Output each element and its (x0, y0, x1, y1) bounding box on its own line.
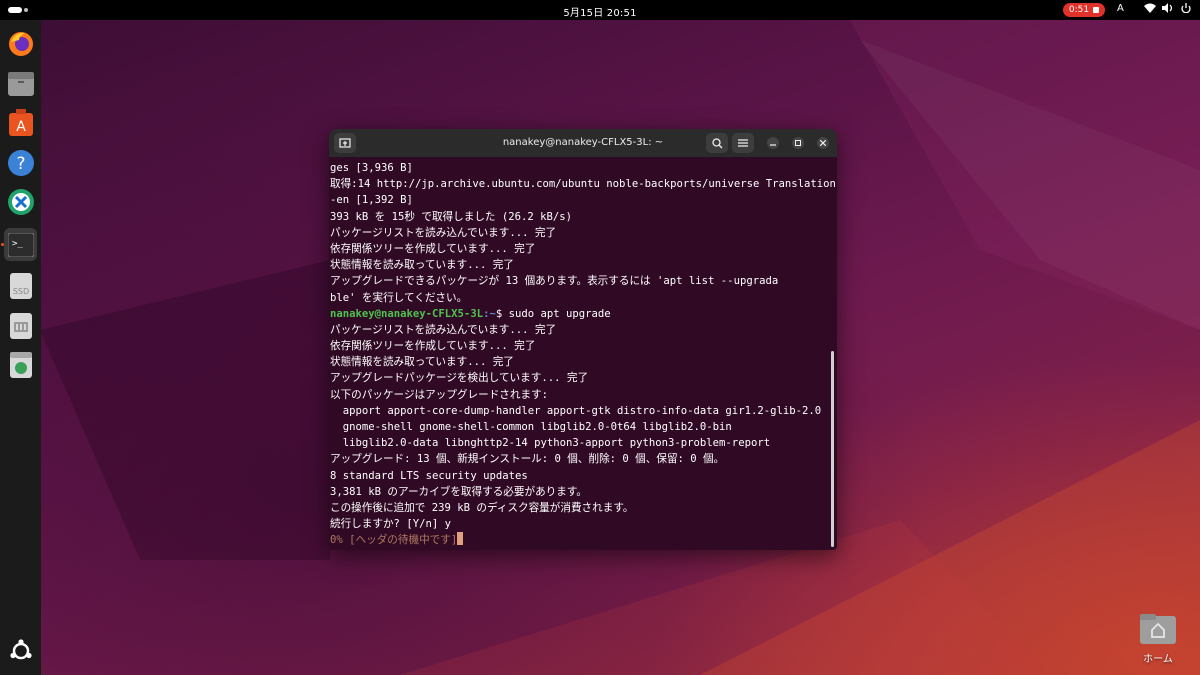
recording-time: 0:51 (1068, 5, 1090, 15)
ssd-drive-icon[interactable]: SSD (4, 269, 37, 302)
terminal-line: 0% [ヘッダの待機中です] (330, 532, 829, 548)
terminal-line-text: 続行しますか? [Y/n] y (330, 518, 451, 531)
terminal-line: 依存関係ツリーを作成しています... 完了 (330, 338, 829, 354)
terminal-line: この操作後に追加で 239 kB のディスク容量が消費されます。 (330, 500, 829, 516)
power-icon[interactable] (1180, 3, 1192, 16)
terminal-line: gnome-shell gnome-shell-common libglib2.… (330, 419, 829, 435)
volume-icon[interactable] (1162, 3, 1174, 16)
dock: A ? >_ SSD (0, 20, 41, 675)
files-icon[interactable] (4, 67, 37, 100)
search-icon (711, 137, 722, 148)
terminal-line-text: 依存関係ツリーを作成しています... 完了 (330, 242, 536, 255)
ssd-label: SSD (12, 287, 28, 296)
terminal-line-text: apport apport-core-dump-handler apport-g… (330, 404, 822, 417)
terminal-line-text: $ sudo apt upgrade (495, 307, 611, 320)
terminal-line: libglib2.0-data libnghttp2-14 python3-ap… (330, 435, 829, 451)
terminal-line: パッケージリストを読み込んでいます... 完了 (330, 322, 829, 338)
terminal-line: ges [3,936 B] (330, 160, 829, 176)
menu-button[interactable] (732, 133, 754, 153)
prompt-user: nanakey@nanakey-CFLX5-3L (330, 307, 484, 320)
terminal-line: 以下のパッケージはアップグレードされます: (330, 387, 829, 403)
terminal-line: 状態情報を読み取っています... 完了 (330, 257, 829, 273)
maximize-button[interactable] (792, 137, 804, 149)
text-cursor (457, 532, 464, 546)
search-button[interactable] (706, 133, 728, 153)
top-bar: 5月15日 20:51 0:51 A (0, 0, 1200, 20)
terminal-line-text: 3,381 kB のアーカイブを取得する必要があります。 (330, 485, 587, 498)
svg-text:A: A (16, 119, 26, 135)
terminal-icon[interactable]: >_ (4, 228, 37, 261)
app-center-icon[interactable]: A (4, 106, 37, 139)
terminal-line-text: ges [3,936 B] (330, 162, 413, 174)
terminal-line: ble' を実行してください。 (330, 290, 829, 306)
terminal-line-text: libglib2.0-data libnghttp2-14 python3-ap… (330, 437, 771, 450)
svg-text:>_: >_ (12, 239, 23, 249)
terminal-titlebar[interactable]: nanakey@nanakey-CFLX5-3L: ~ (329, 129, 837, 157)
firefox-icon[interactable] (4, 27, 37, 60)
terminal-line: 依存関係ツリーを作成しています... 完了 (330, 241, 829, 257)
terminal-line-text: パッケージリストを読み込んでいます... 完了 (330, 226, 557, 239)
terminal-line: 393 kB を 15秒 で取得しました (26.2 kB/s) (330, 209, 829, 225)
terminal-line: 3,381 kB のアーカイブを取得する必要があります。 (330, 484, 829, 500)
terminal-line-text: 0% [ヘッダの待機中です] (330, 534, 458, 547)
terminal-line-text: -en [1,392 B] (330, 194, 413, 207)
terminal-line: 取得:14 http://jp.archive.ubuntu.com/ubunt… (330, 176, 836, 192)
stop-recording-icon (1093, 7, 1100, 13)
wifi-icon[interactable] (1144, 3, 1156, 16)
terminal-scrollbar[interactable] (831, 351, 834, 547)
terminal-line-text: 依存関係ツリーを作成しています... 完了 (330, 340, 536, 353)
close-icon (820, 140, 826, 146)
screen-recording-indicator[interactable]: 0:51 (1063, 3, 1105, 17)
home-folder-icon[interactable] (1140, 612, 1176, 644)
show-apps-icon[interactable] (4, 634, 37, 667)
terminal-line: 状態情報を読み取っています... 完了 (330, 354, 829, 370)
terminal-line: アップグレードパッケージを検出しています... 完了 (330, 370, 829, 386)
home-folder-label[interactable]: ホーム (1130, 650, 1186, 665)
terminal-line: apport apport-core-dump-handler apport-g… (330, 403, 829, 419)
terminal-line-text: 状態情報を読み取っています... 完了 (330, 356, 514, 369)
terminal-line-text: 取得:14 http://jp.archive.ubuntu.com/ubunt… (330, 178, 836, 191)
running-indicator (1, 243, 4, 246)
terminal-line-text: 8 standard LTS security updates (330, 469, 528, 482)
trash-icon[interactable] (4, 348, 37, 381)
terminal-line: アップグレード: 13 個、新規インストール: 0 個、削除: 0 個、保留: … (330, 451, 829, 467)
prompt-path: :~ (483, 307, 496, 320)
terminal-line: -en [1,392 B] (330, 192, 829, 208)
terminal-output[interactable]: ges [3,936 B] 取得:14 http://jp.archive.ubu… (329, 157, 836, 550)
terminal-line-text: アップグレードパッケージを検出しています... 完了 (330, 372, 589, 385)
maximize-icon (795, 140, 801, 146)
help-icon[interactable]: ? (4, 146, 37, 179)
remote-desktop-icon[interactable] (4, 185, 37, 218)
terminal-line-text: 状態情報を読み取っています... 完了 (330, 259, 514, 272)
terminal-line-text: パッケージリストを読み込んでいます... 完了 (330, 323, 557, 336)
clock[interactable]: 5月15日 20:51 (0, 4, 1200, 19)
terminal-line: パッケージリストを読み込んでいます... 完了 (330, 225, 829, 241)
terminal-line-text: 以下のパッケージはアップグレードされます: (330, 388, 549, 401)
terminal-line: 8 standard LTS security updates (330, 468, 829, 484)
terminal-line-text: ble' を実行してください。 (330, 291, 468, 304)
hamburger-menu-icon (738, 139, 748, 147)
svg-text:?: ? (16, 154, 25, 174)
close-button[interactable] (817, 137, 829, 149)
terminal-line-text: アップグレード: 13 個、新規インストール: 0 個、削除: 0 個、保留: … (330, 453, 725, 466)
terminal-line-text: 393 kB を 15秒 で取得しました (26.2 kB/s) (330, 210, 573, 223)
terminal-prompt-line: nanakey@nanakey-CFLX5-3L:~$ sudo apt upg… (330, 306, 829, 322)
terminal-line-text: この操作後に追加で 239 kB のディスク容量が消費されます。 (330, 501, 634, 514)
minimize-icon (770, 144, 776, 146)
terminal-line: アップグレードできるパッケージが 13 個あります。表示するには 'apt li… (330, 273, 829, 289)
terminal-line: 続行しますか? [Y/n] y (330, 516, 829, 532)
terminal-line-text: アップグレードできるパッケージが 13 個あります。表示するには 'apt li… (330, 275, 779, 288)
terminal-window[interactable]: nanakey@nanakey-CFLX5-3L: ~ ges [3,936 B… (329, 129, 837, 550)
sd-card-icon[interactable] (4, 309, 37, 342)
input-method-indicator[interactable]: A (1117, 3, 1124, 14)
minimize-button[interactable] (767, 137, 779, 149)
terminal-line-text: gnome-shell gnome-shell-common libglib2.… (330, 421, 732, 433)
terminal-title: nanakey@nanakey-CFLX5-3L: ~ (502, 137, 664, 148)
